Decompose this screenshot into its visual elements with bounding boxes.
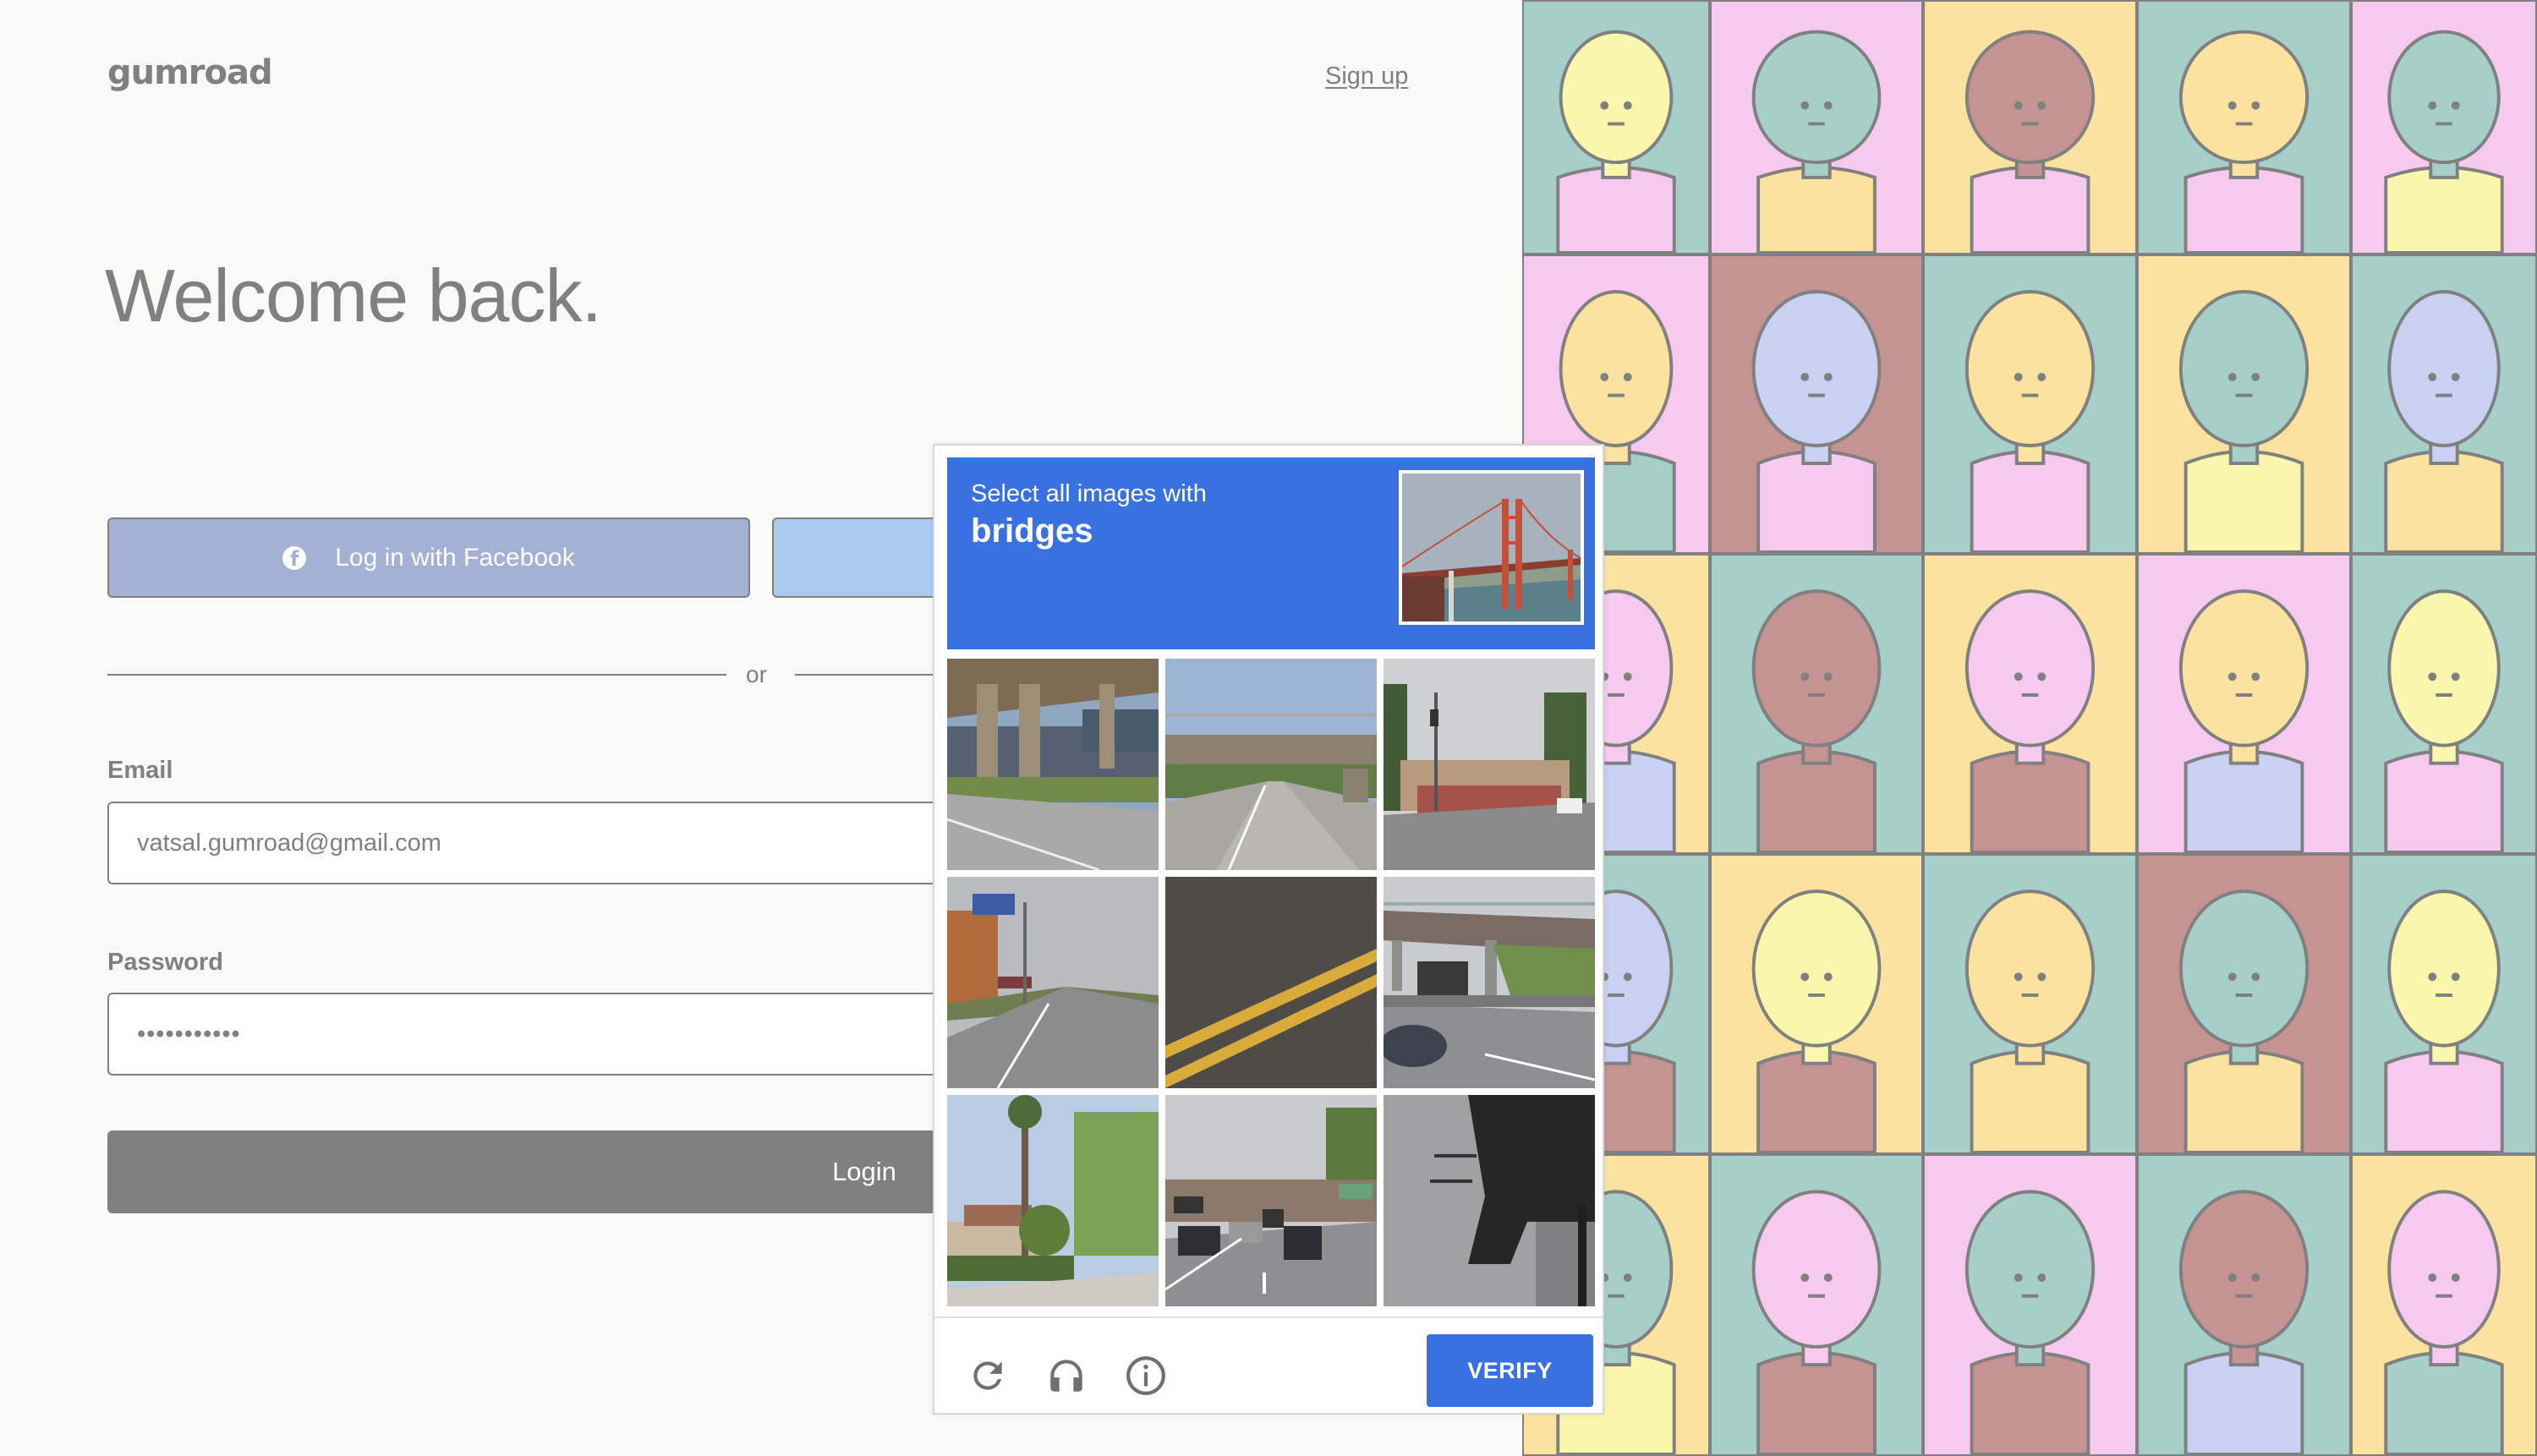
- captcha-instruction: Select all images with: [971, 480, 1207, 507]
- illustration-cell: [1710, 0, 1923, 255]
- illustration-cell: [1923, 0, 2137, 255]
- verify-label: VERIFY: [1467, 1357, 1553, 1383]
- illustration-cell: [1522, 0, 1710, 255]
- illustration-cell: [2137, 554, 2351, 854]
- illustration-cell: [1710, 854, 1923, 1154]
- illustration-cell: [2137, 255, 2351, 554]
- login-label: Login: [832, 1157, 896, 1186]
- facebook-login-label: Log in with Facebook: [335, 543, 575, 572]
- captcha-tile-6[interactable]: [1384, 877, 1595, 1088]
- illustration-cell: [2351, 554, 2537, 854]
- captcha-tile-3[interactable]: [1384, 659, 1595, 870]
- illustration-cell: [1710, 1154, 1923, 1456]
- info-icon[interactable]: [1125, 1355, 1167, 1397]
- page-title: Welcome back.: [105, 254, 602, 337]
- captcha-sample-image: [1399, 470, 1584, 625]
- divider-or-text: or: [746, 661, 767, 687]
- headphones-icon[interactable]: [1045, 1355, 1088, 1397]
- captcha-dialog: Select all images with bridges VERIFY: [933, 444, 1604, 1415]
- illustration-cell: [2137, 1154, 2351, 1456]
- facebook-icon: f: [282, 545, 307, 571]
- illustration-cell: [1923, 1154, 2137, 1456]
- email-label: Email: [107, 757, 173, 784]
- captcha-tile-8[interactable]: [1165, 1095, 1377, 1306]
- illustration-cell: [2351, 0, 2537, 255]
- captcha-tile-9[interactable]: [1384, 1095, 1595, 1306]
- illustration-cell: [1923, 255, 2137, 554]
- captcha-header: Select all images with bridges: [947, 457, 1595, 649]
- captcha-tile-7[interactable]: [947, 1095, 1159, 1306]
- verify-button[interactable]: VERIFY: [1427, 1334, 1593, 1407]
- divider-line-left: [107, 674, 726, 676]
- refresh-icon[interactable]: [967, 1355, 1009, 1397]
- gumroad-logo[interactable]: gumroad: [107, 52, 273, 93]
- illustration-cell: [2351, 1154, 2537, 1456]
- illustration-cell: [2351, 854, 2537, 1154]
- illustration-grid: [1522, 0, 2537, 1456]
- captcha-tile-1[interactable]: [947, 659, 1159, 870]
- password-label: Password: [107, 949, 223, 976]
- facebook-login-button[interactable]: f Log in with Facebook: [107, 517, 750, 598]
- captcha-footer-separator: [934, 1316, 1603, 1318]
- illustration-cell: [1923, 854, 2137, 1154]
- illustration-cell: [1710, 554, 1923, 854]
- captcha-tile-4[interactable]: [947, 877, 1159, 1088]
- captcha-tile-5[interactable]: [1165, 877, 1377, 1088]
- illustration-cell: [2351, 255, 2537, 554]
- sign-up-link[interactable]: Sign up: [1325, 59, 1408, 93]
- captcha-target-word: bridges: [971, 512, 1093, 550]
- illustration-cell: [1923, 554, 2137, 854]
- illustration-cell: [1710, 255, 1923, 554]
- illustration-cell: [2137, 0, 2351, 255]
- illustration-cell: [2137, 854, 2351, 1154]
- captcha-tile-2[interactable]: [1165, 659, 1377, 870]
